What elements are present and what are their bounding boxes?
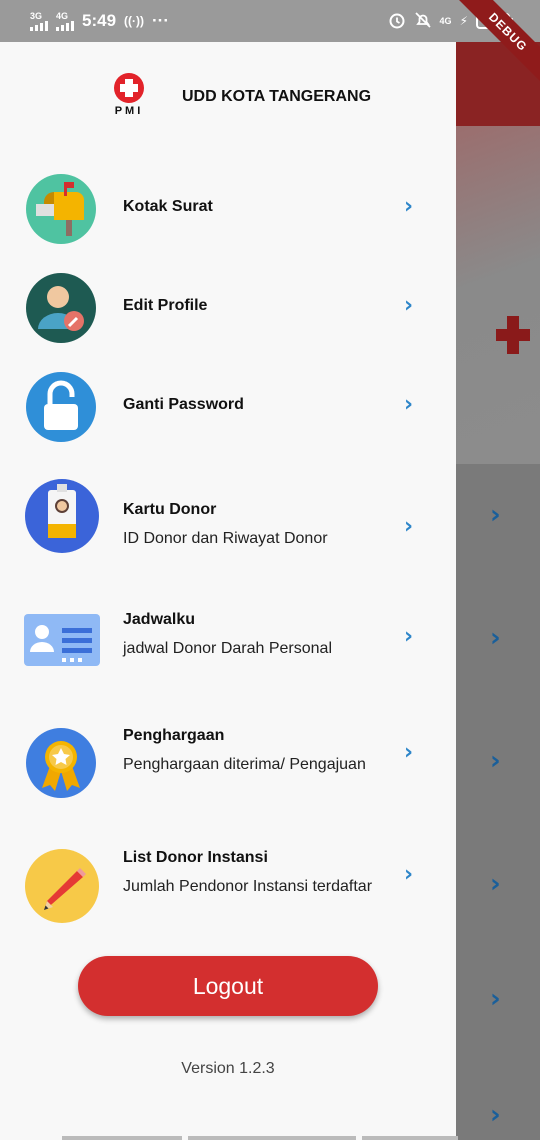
- chevron-right-icon: ›: [404, 514, 414, 539]
- drawer-header: PMI UDD KOTA TANGERANG: [0, 42, 456, 152]
- background-banner-image: [456, 126, 540, 464]
- chevron-right-icon: ›: [404, 624, 414, 649]
- menu-item-kotak-surat[interactable]: Kotak Surat ›: [0, 172, 456, 252]
- navigation-drawer: PMI UDD KOTA TANGERANG Kotak Surat › Edi…: [0, 42, 456, 1140]
- menu-item-jadwalku[interactable]: Jadwalku jadwal Donor Darah Personal ›: [0, 610, 456, 690]
- system-nav-bar: [0, 1136, 540, 1140]
- pencil-icon: [24, 848, 100, 924]
- menu-title: Kotak Surat: [123, 198, 213, 215]
- chevron-right-icon: ›: [404, 740, 414, 765]
- menu-title: List Donor Instansi: [123, 849, 268, 866]
- chevron-right-icon: ›: [490, 500, 501, 530]
- unlock-icon: [24, 370, 98, 444]
- chevron-right-icon: ›: [490, 623, 501, 653]
- signal-icon-2: 4G: [56, 11, 74, 31]
- charging-icon: ⚡: [459, 14, 468, 28]
- menu-subtitle: Penghargaan diterima/ Pengajuan: [123, 756, 366, 773]
- chevron-right-icon: ›: [490, 746, 501, 776]
- lte-label: 4G: [439, 16, 452, 26]
- menu-title: Ganti Password: [123, 396, 244, 413]
- chevron-right-icon: ›: [404, 194, 414, 219]
- award-icon: [24, 726, 98, 800]
- mailbox-icon: [24, 172, 98, 246]
- menu-item-penghargaan[interactable]: Penghargaan Penghargaan diterima/ Pengaj…: [0, 726, 456, 816]
- menu-subtitle: Jumlah Pendonor Instansi terdaftar: [123, 878, 373, 895]
- id-badge-icon: [24, 478, 99, 553]
- version-label: Version 1.2.3: [181, 1060, 275, 1077]
- menu-subtitle: ID Donor dan Riwayat Donor: [123, 530, 328, 547]
- id-card-icon: [24, 612, 100, 666]
- menu-title: Edit Profile: [123, 297, 208, 314]
- drawer-title: UDD KOTA TANGERANG: [182, 88, 372, 105]
- signal-icon: 3G: [30, 11, 48, 31]
- logout-button[interactable]: Logout: [78, 956, 378, 1016]
- user-edit-icon: [24, 271, 98, 345]
- background-page[interactable]: › › › › › ›: [456, 42, 540, 1140]
- menu-item-ganti-password[interactable]: Ganti Password ›: [0, 370, 456, 450]
- alarm-icon: [388, 11, 406, 32]
- menu-item-list-donor-instansi[interactable]: List Donor Instansi Jumlah Pendonor Inst…: [0, 848, 456, 938]
- mute-icon: [414, 11, 432, 32]
- menu-title: Penghargaan: [123, 727, 225, 744]
- chevron-right-icon: ›: [404, 862, 414, 887]
- menu-subtitle: jadwal Donor Darah Personal: [123, 640, 332, 657]
- chevron-right-icon: ›: [404, 293, 414, 318]
- menu-item-edit-profile[interactable]: Edit Profile ›: [0, 271, 456, 351]
- more-icon: ···: [152, 11, 169, 30]
- menu-item-kartu-donor[interactable]: Kartu Donor ID Donor dan Riwayat Donor ›: [0, 478, 456, 568]
- chevron-right-icon: ›: [490, 1100, 501, 1130]
- menu-title: Jadwalku: [123, 611, 196, 628]
- hotspot-icon: ((·)): [124, 14, 145, 28]
- status-bar: 3G 4G 5:49 ((·)) ··· 4G ⚡ 28: [0, 0, 540, 42]
- chevron-right-icon: ›: [490, 869, 501, 899]
- menu-title: Kartu Donor: [123, 501, 217, 518]
- pmi-logo: PMI: [112, 73, 146, 121]
- chevron-right-icon: ›: [490, 984, 501, 1014]
- chevron-right-icon: ›: [404, 392, 414, 417]
- status-time: 5:49: [82, 11, 117, 30]
